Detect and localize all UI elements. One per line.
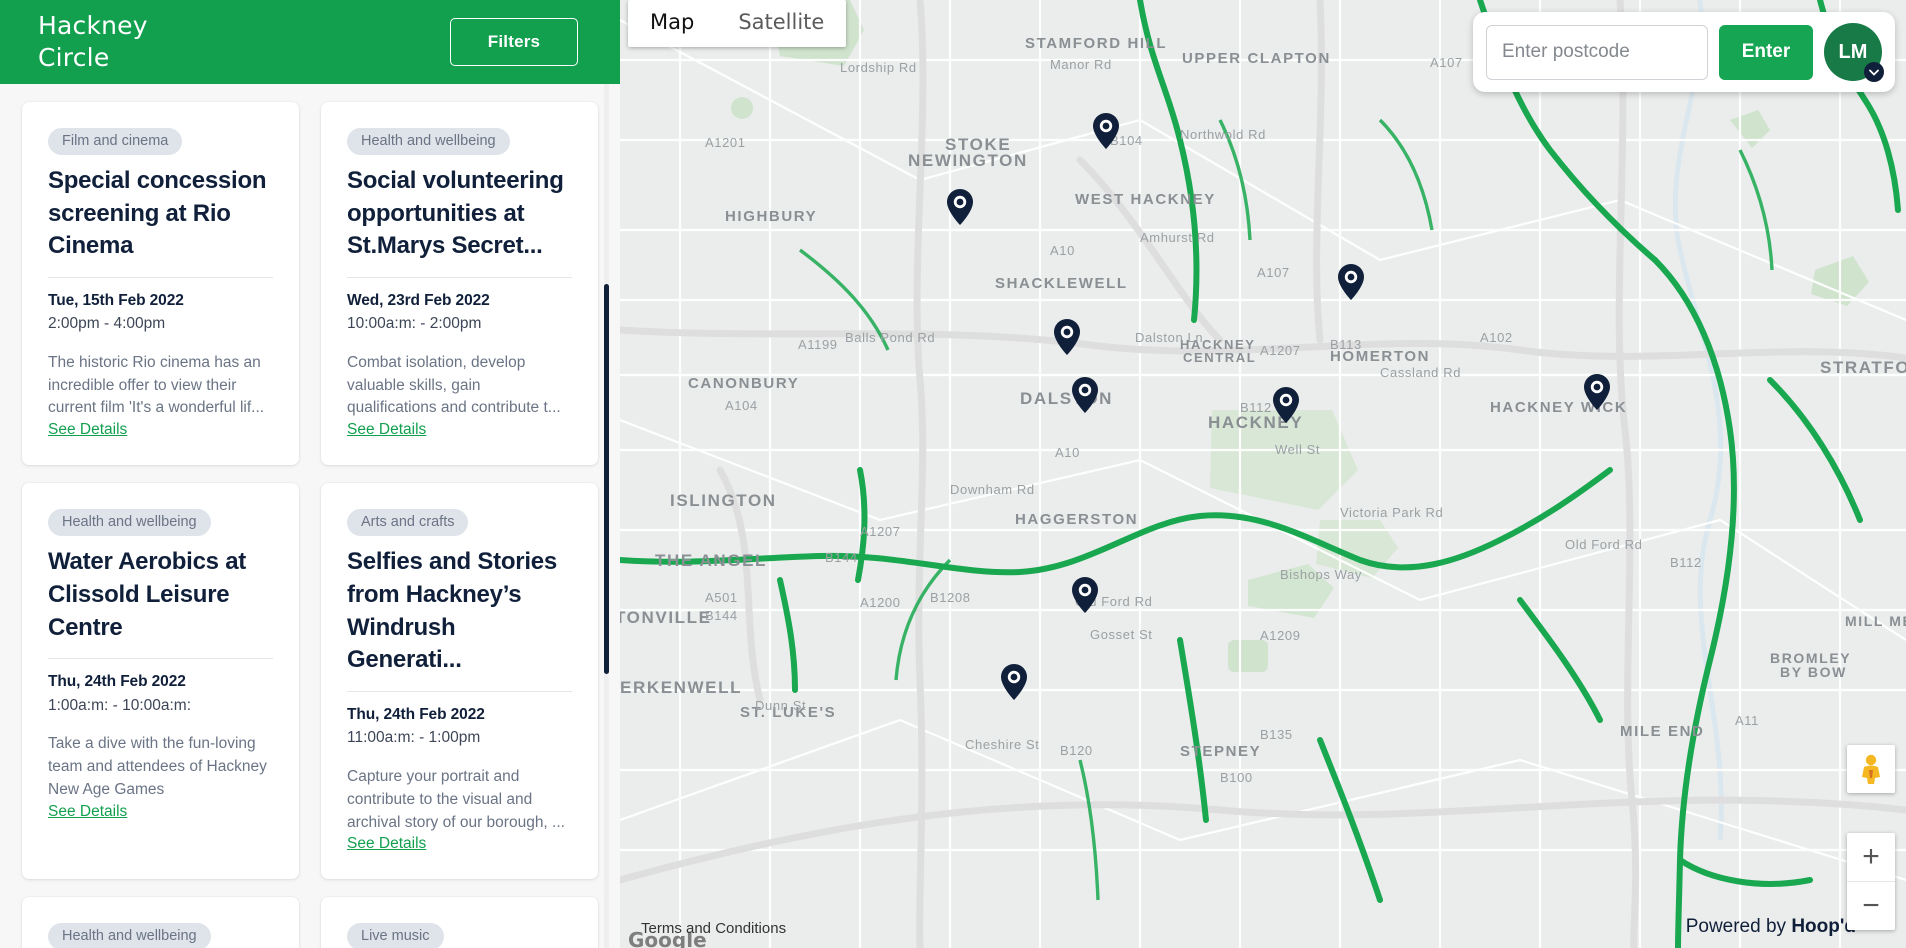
terms-and-conditions-link[interactable]: Terms and Conditions (641, 920, 786, 937)
event-date: Thu, 24th Feb 2022 (347, 705, 485, 723)
map-pin-4[interactable] (1054, 319, 1080, 355)
event-category-tag: Health and wellbeing (48, 509, 211, 537)
event-category-tag: Health and wellbeing (347, 128, 510, 155)
event-category-tag: Arts and crafts (347, 509, 469, 537)
event-card[interactable]: Film and cinema Special concession scree… (22, 102, 299, 466)
map-pin-8[interactable] (1072, 577, 1098, 613)
app-root: Hackney Circle Filters Film and cinema S… (0, 0, 1906, 948)
map-type-control[interactable]: Map Satellite (628, 0, 847, 47)
event-category-tag: Live music (347, 923, 444, 948)
map-pin-3[interactable] (1338, 264, 1364, 300)
map-pin-6[interactable] (1273, 387, 1299, 423)
brand-logo-line2: Circle (38, 43, 110, 72)
map-type-map[interactable]: Map (628, 0, 716, 47)
event-time: 11:00a:m: - 1:00pm (347, 729, 481, 747)
event-title: Special concession screening at Rio Cine… (48, 167, 267, 260)
event-card[interactable]: Health and wellbeing Social volunteering… (321, 102, 598, 466)
card-divider (48, 658, 273, 660)
card-divider (48, 276, 273, 278)
see-details-link[interactable]: See Details (347, 835, 426, 853)
event-cards-scroll-area[interactable]: Film and cinema Special concession scree… (0, 84, 620, 948)
see-details-link[interactable]: See Details (48, 803, 127, 821)
event-card[interactable]: Arts and crafts Selfies and Stories from… (321, 483, 598, 880)
map-tiles (620, 0, 1906, 948)
event-title: Water Aerobics at Clissold Leisure Centr… (48, 548, 247, 641)
powered-by-prefix: Powered by (1685, 916, 1792, 937)
powered-by-label: Powered by Hoop'd (1686, 916, 1856, 938)
event-title: Social volunteering opportunities at St.… (347, 167, 564, 260)
see-details-link[interactable]: See Details (347, 421, 426, 439)
event-card[interactable]: Live music Movement and dance session at… (321, 897, 598, 948)
map-view[interactable]: Map Satellite Enter LM STAMFORD HILLUPPE… (620, 0, 1906, 948)
map-pin-2[interactable] (947, 189, 973, 225)
map-zoom-controls[interactable]: + − (1847, 833, 1895, 930)
event-card[interactable]: Health and wellbeing Water Aerobics at C… (22, 483, 299, 880)
map-type-satellite[interactable]: Satellite (716, 0, 846, 47)
event-time: 2:00pm - 4:00pm (48, 315, 166, 333)
event-time: 1:00a:m: - 10:00a:m: (48, 696, 192, 714)
events-sidebar: Hackney Circle Filters Film and cinema S… (0, 0, 620, 948)
postcode-input[interactable] (1486, 24, 1708, 80)
map-pin-5[interactable] (1072, 377, 1098, 413)
see-details-link[interactable]: See Details (48, 421, 127, 439)
event-category-tag: Film and cinema (48, 128, 183, 155)
sidebar-scrollbar-thumb[interactable] (604, 284, 609, 674)
event-description: Capture your portrait and contribute to … (347, 767, 565, 831)
brand-logo[interactable]: Hackney Circle (38, 10, 148, 74)
card-divider (347, 276, 572, 278)
pegman-icon[interactable] (1847, 745, 1895, 793)
event-category-tag: Health and wellbeing (48, 923, 211, 948)
event-description: Take a dive with the fun-loving team and… (48, 735, 267, 798)
pegman-figure-icon (1862, 754, 1880, 784)
zoom-out-button[interactable]: − (1847, 882, 1895, 930)
avatar[interactable]: LM (1824, 23, 1884, 82)
filters-button[interactable]: Filters (450, 18, 578, 66)
event-date: Wed, 23rd Feb 2022 (347, 291, 490, 309)
event-cards-grid: Film and cinema Special concession scree… (22, 102, 598, 948)
event-date: Thu, 24th Feb 2022 (48, 673, 186, 691)
brand-logo-line1: Hackney (38, 11, 148, 40)
event-time: 10:00a:m: - 2:00pm (347, 315, 482, 333)
map-pin-1[interactable] (1093, 113, 1119, 149)
event-date: Tue, 15th Feb 2022 (48, 291, 184, 309)
map-pin-9[interactable] (1001, 664, 1027, 700)
enter-postcode-button[interactable]: Enter (1719, 24, 1813, 80)
card-divider (347, 690, 572, 692)
postcode-search-bar: Enter LM (1473, 12, 1895, 92)
event-card[interactable]: Health and wellbeing Social walk in Lond… (22, 897, 299, 948)
event-description: The historic Rio cinema has an incredibl… (48, 353, 265, 417)
app-header: Hackney Circle Filters (0, 0, 620, 84)
event-title: Selfies and Stories from Hackney’s Windr… (347, 548, 557, 674)
map-pin-7[interactable] (1584, 374, 1610, 410)
event-description: Combat isolation, develop valuable skill… (347, 353, 561, 417)
chevron-down-icon[interactable] (1864, 62, 1884, 82)
zoom-in-button[interactable]: + (1847, 833, 1895, 881)
